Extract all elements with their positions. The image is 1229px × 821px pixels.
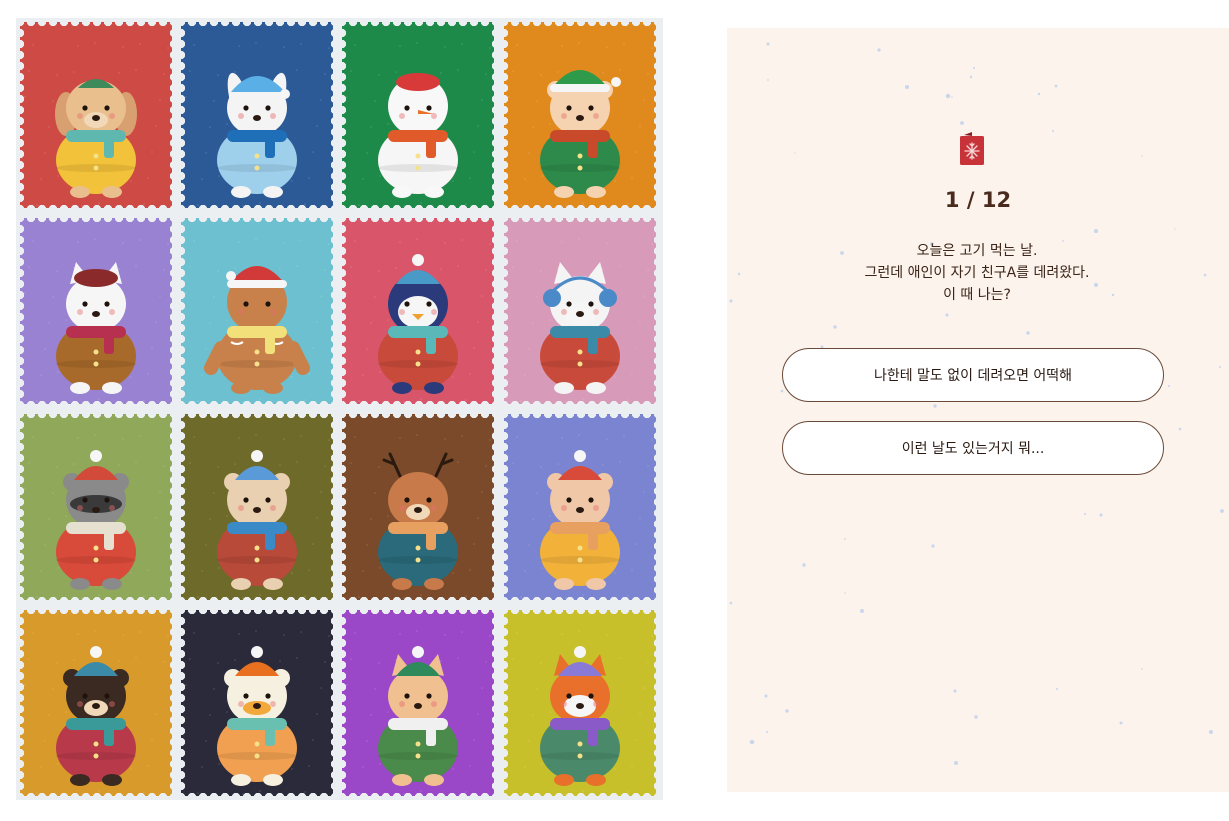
stamp-husky [504,218,656,404]
question-counter: 1 / 12 [944,188,1012,212]
question-line: 오늘은 고기 먹는 날. [916,243,1038,259]
answer-button-1[interactable]: 나한테 말도 없이 데려오면 어떡해 [782,348,1164,402]
stamp-grid [16,18,663,800]
question-line: 이 때 나는? [943,287,1011,303]
stamp-fox [504,610,656,796]
stamp-bunny [181,22,333,208]
stamp-duck [181,610,333,796]
stamp-penguin [342,218,494,404]
owl-illustration [342,610,491,796]
stamp-elf [504,22,656,208]
otter-illustration [181,414,330,600]
hedgehog-illustration [504,414,653,600]
answer-button-2[interactable]: 이런 날도 있는거지 뭐... [782,421,1164,475]
stamp-bear [20,610,172,796]
stamp-otter [181,414,333,600]
stamp-dog [20,22,172,208]
raccoon-illustration [20,414,169,600]
stamp-raccoon [20,414,172,600]
bunny-illustration [181,22,330,208]
dog-illustration [20,22,169,208]
gingerbread-illustration [181,218,330,404]
cat-illustration [20,218,169,404]
stamp-snowman [342,22,494,208]
stamp-hedgehog [504,414,656,600]
stamp-gingerbread [181,218,333,404]
stamp-owl [342,610,494,796]
husky-illustration [504,218,653,404]
deer-illustration [342,414,491,600]
elf-illustration [504,22,653,208]
stamp-deer [342,414,494,600]
christmas-card-snowflake-icon [960,132,984,165]
penguin-illustration [342,218,491,404]
bear-illustration [20,610,169,796]
stamp-cat [20,218,172,404]
question-text: 오늘은 고기 먹는 날. 그런데 애인이 자기 친구A를 데려왔다. 이 때 나… [767,240,1187,306]
duck-illustration [181,610,330,796]
question-line: 그런데 애인이 자기 친구A를 데려왔다. [864,265,1090,281]
fox-illustration [504,610,653,796]
quiz-panel: 1 / 12 오늘은 고기 먹는 날. 그런데 애인이 자기 친구A를 데려왔다… [727,28,1229,792]
snowman-illustration [342,22,491,208]
